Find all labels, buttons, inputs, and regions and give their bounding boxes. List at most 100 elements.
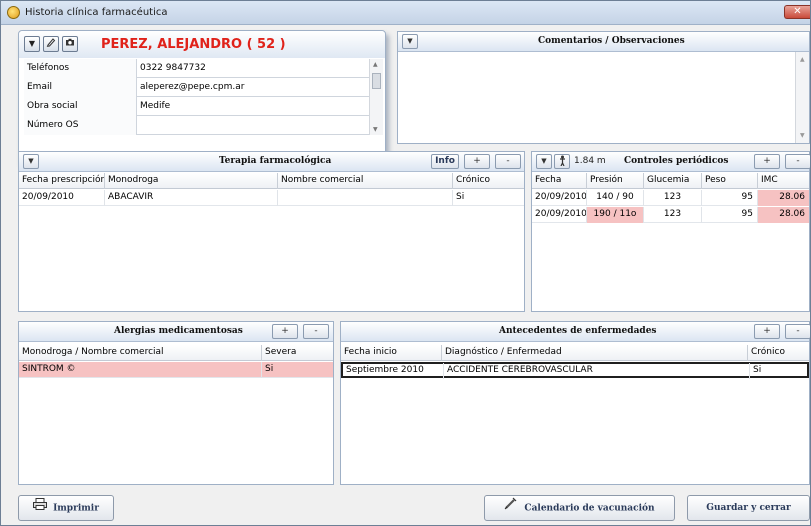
cell-drug: ABACAVIR <box>105 190 278 206</box>
column-header[interactable]: Crónico <box>453 173 524 189</box>
controls-dropdown-icon[interactable]: ▼ <box>536 154 552 169</box>
history-grid-header: Fecha inicio Diagnóstico / Enfermedad Cr… <box>341 345 809 361</box>
info-row-insurance: Obra social Medife <box>24 97 371 116</box>
controls-grid-header: Fecha Presión Glucemia Peso IMC <box>532 173 809 189</box>
info-row-os-number: Número OS <box>24 116 371 135</box>
history-header: Antecedentes de enfermedades + - <box>341 322 810 342</box>
patient-info-scrollbar[interactable]: ▲ ▼ <box>369 59 383 135</box>
camera-icon[interactable] <box>62 36 78 52</box>
person-height-icon[interactable] <box>554 154 570 169</box>
therapy-grid-header: Fecha prescripción Monodroga Nombre come… <box>19 173 524 189</box>
patient-card: ▼ PEREZ, ALEJANDRO ( 52 ) Teléfonos 0322… <box>18 30 386 165</box>
scroll-down-icon[interactable]: ▼ <box>373 126 378 133</box>
cell-chronic: Si <box>753 365 762 375</box>
comments-title: Comentarios / Observaciones <box>538 36 685 46</box>
cell-weight: 95 <box>702 207 758 223</box>
info-value[interactable]: aleperez@pepe.cpm.ar <box>140 78 244 97</box>
cell-date: 20/09/2010 <box>532 190 587 206</box>
print-button[interactable]: Imprimir <box>18 495 114 521</box>
column-header[interactable]: Presión <box>587 173 644 189</box>
controls-add-button[interactable]: + <box>754 154 780 169</box>
table-row[interactable]: 20/09/2010 190 / 11o 123 95 28.06 <box>532 207 809 223</box>
dropdown-icon[interactable]: ▼ <box>24 36 40 52</box>
patient-name: PEREZ, ALEJANDRO ( 52 ) <box>101 37 286 52</box>
column-header[interactable]: Fecha <box>532 173 587 189</box>
comments-scrollbar[interactable]: ▲ ▼ <box>795 52 809 143</box>
column-header[interactable]: Monodroga / Nombre comercial <box>19 345 262 361</box>
column-header[interactable]: Nombre comercial <box>278 173 453 189</box>
column-header[interactable]: Severa <box>262 345 333 361</box>
controls-remove-button[interactable]: - <box>785 154 810 169</box>
history-add-button[interactable]: + <box>754 324 780 339</box>
column-header[interactable]: Crónico <box>748 345 809 361</box>
history-remove-button[interactable]: - <box>785 324 810 339</box>
therapy-title: Terapia farmacológica <box>219 156 332 166</box>
column-header[interactable]: Peso <box>702 173 758 189</box>
comments-header: ▼ Comentarios / Observaciones <box>398 32 809 52</box>
cell-pressure: 140 / 90 <box>587 190 644 206</box>
info-label: Teléfonos <box>24 59 137 78</box>
cell-pressure: 190 / 11o <box>587 207 644 223</box>
info-value[interactable]: Medife <box>140 97 170 116</box>
info-row-email: Email aleperez@pepe.cpm.ar <box>24 78 371 97</box>
scroll-up-icon[interactable]: ▲ <box>373 61 378 68</box>
print-label: Imprimir <box>53 503 99 514</box>
allergies-title: Alergias medicamentosas <box>114 326 243 336</box>
cell-start-date: Septiembre 2010 <box>343 363 444 379</box>
history-title: Antecedentes de enfermedades <box>499 326 657 336</box>
history-panel: Antecedentes de enfermedades + - Fecha i… <box>340 321 810 485</box>
printer-icon <box>33 496 48 520</box>
close-button[interactable]: ✕ <box>784 5 810 19</box>
window-title: Historia clínica farmacéutica <box>25 7 168 18</box>
cell-brand <box>278 190 453 206</box>
patient-history-window: Historia clínica farmacéutica ✕ ▼ PEREZ,… <box>0 0 811 526</box>
patient-card-header: ▼ PEREZ, ALEJANDRO ( 52 ) <box>19 31 385 58</box>
column-header[interactable]: Monodroga <box>105 173 278 189</box>
save-close-button[interactable]: Guardar y cerrar <box>687 495 810 521</box>
column-header[interactable]: Glucemia <box>644 173 702 189</box>
cell-date: 20/09/2010 <box>19 190 105 206</box>
scroll-thumb[interactable] <box>372 73 381 89</box>
table-row[interactable]: SINTROM © Si <box>19 362 333 378</box>
column-header[interactable]: Diagnóstico / Enfermedad <box>442 345 748 361</box>
therapy-panel: ▼ Terapia farmacológica Info + - Fecha p… <box>18 151 525 312</box>
patient-height: 1.84 m <box>574 156 606 166</box>
comments-panel: ▼ Comentarios / Observaciones ▲ ▼ <box>397 31 810 144</box>
therapy-remove-button[interactable]: - <box>495 154 521 169</box>
column-header[interactable]: Fecha prescripción <box>19 173 105 189</box>
column-header[interactable]: IMC <box>758 173 809 189</box>
vaccination-label: Calendario de vacunación <box>524 503 655 514</box>
therapy-header: ▼ Terapia farmacológica Info + - <box>19 152 524 172</box>
comments-textarea[interactable] <box>398 52 795 143</box>
cell-glucose: 123 <box>644 190 702 206</box>
allergies-remove-button[interactable]: - <box>303 324 329 339</box>
comments-dropdown-icon[interactable]: ▼ <box>402 34 418 49</box>
table-row[interactable]: Septiembre 2010 ACCIDENTE CEREBROVASCULA… <box>341 362 809 379</box>
cell-date: 20/09/2010 <box>532 207 587 223</box>
info-value[interactable]: 0322 9847732 <box>140 59 206 78</box>
cell-diagnosis: ACCIDENTE CEREBROVASCULAR <box>444 363 750 379</box>
column-header[interactable]: Fecha inicio <box>341 345 442 361</box>
therapy-info-button[interactable]: Info <box>431 154 459 169</box>
cell-glucose: 123 <box>644 207 702 223</box>
edit-pencil-icon[interactable] <box>43 36 59 52</box>
cell-drug: SINTROM © <box>19 362 262 378</box>
cell-severe: Si <box>265 364 274 374</box>
vaccination-calendar-button[interactable]: Calendario de vacunación <box>484 495 675 521</box>
allergies-add-button[interactable]: + <box>272 324 298 339</box>
therapy-add-button[interactable]: + <box>464 154 490 169</box>
table-row[interactable]: 20/09/2010 140 / 90 123 95 28.06 <box>532 190 809 206</box>
scroll-down-icon[interactable]: ▼ <box>800 132 805 139</box>
cell-weight: 95 <box>702 190 758 206</box>
cell-chronic: Si <box>456 192 465 202</box>
info-label: Obra social <box>24 97 137 116</box>
therapy-dropdown-icon[interactable]: ▼ <box>23 154 39 169</box>
allergies-panel: Alergias medicamentosas + - Monodroga / … <box>18 321 334 485</box>
controls-header: ▼ 1.84 m Controles periódicos + - <box>532 152 810 172</box>
scroll-up-icon[interactable]: ▲ <box>800 56 805 63</box>
info-label: Email <box>24 78 137 97</box>
table-row[interactable]: 20/09/2010 ABACAVIR Si <box>19 190 524 206</box>
controls-panel: ▼ 1.84 m Controles periódicos + - Fecha … <box>531 151 810 312</box>
info-row-phones: Teléfonos 0322 9847732 <box>24 59 371 78</box>
allergies-grid-header: Monodroga / Nombre comercial Severa <box>19 345 333 361</box>
